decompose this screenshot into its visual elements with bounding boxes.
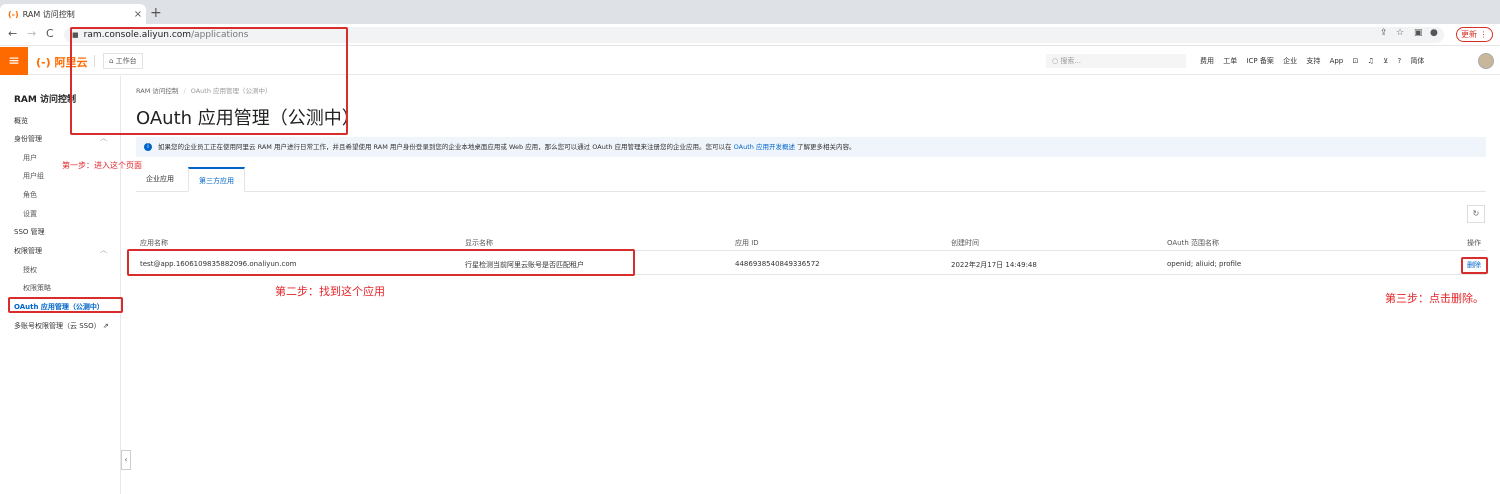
sidebar-title: RAM 访问控制: [14, 95, 76, 105]
row-created-time: 2022年2月17日 14:49:48: [951, 261, 1037, 269]
extension-icon[interactable]: ▣: [1414, 28, 1423, 38]
tab-enterprise-apps[interactable]: 企业应用: [136, 167, 184, 192]
info-notice: i 如果您的企业员工正在使用阿里云 RAM 用户进行日常工作，并且希望使用 RA…: [136, 137, 1486, 157]
sidebar-item-identity[interactable]: 身份管理: [14, 134, 42, 144]
tab-bar: 企业应用 第三方应用: [136, 167, 1486, 192]
annotation-box-url: [70, 27, 348, 135]
bookmark-star-icon[interactable]: ☆: [1396, 28, 1404, 38]
back-icon[interactable]: ←: [8, 27, 17, 40]
external-link-icon: ⇗: [102, 322, 109, 330]
cart-icon[interactable]: ⊻: [1383, 57, 1388, 65]
new-tab-button[interactable]: +: [150, 5, 162, 21]
col-created-time: 创建时间: [951, 239, 979, 247]
info-icon: i: [144, 143, 152, 151]
avatar[interactable]: [1478, 53, 1494, 69]
browser-tabstrip: (-) RAM 访问控制 × +: [0, 0, 1500, 24]
col-app-id: 应用 ID: [735, 239, 759, 247]
annotation-step1: 第一步：进入这个页面: [62, 161, 142, 170]
sidebar-item-roles[interactable]: 角色: [23, 190, 37, 200]
top-link-support[interactable]: 支持: [1306, 57, 1320, 65]
forward-icon[interactable]: →: [27, 27, 36, 40]
top-link-icp[interactable]: ICP 备案: [1246, 57, 1273, 65]
top-link-app[interactable]: App: [1330, 57, 1344, 65]
annotation-step2: 第二步：找到这个应用: [275, 285, 385, 298]
tab-third-party-apps[interactable]: 第三方应用: [188, 167, 245, 192]
update-button[interactable]: 更新 ⋮: [1456, 27, 1493, 42]
row-app-id: 4486938540849336572: [735, 260, 820, 268]
aliyun-favicon-icon: (-): [8, 9, 19, 19]
tab-title: RAM 访问控制: [22, 9, 75, 19]
refresh-button[interactable]: ↻: [1467, 205, 1485, 223]
profile-icon[interactable]: ●: [1430, 28, 1438, 38]
row-oauth-scope: openid; aliuid; profile: [1167, 260, 1242, 268]
annotation-box-row: [127, 249, 635, 276]
top-link-fee[interactable]: 费用: [1200, 57, 1214, 65]
reload-icon[interactable]: C: [46, 27, 54, 40]
sidebar-item-overview[interactable]: 概览: [14, 116, 28, 126]
sidebar-item-sso[interactable]: SSO 管理: [14, 227, 45, 237]
language-switch[interactable]: 简体: [1410, 57, 1424, 65]
sidebar-item-grants[interactable]: 授权: [23, 265, 37, 275]
terminal-icon[interactable]: ⊡: [1353, 57, 1359, 65]
chevron-up-icon[interactable]: ︿: [100, 245, 107, 255]
annotation-box-sidebar: [8, 297, 123, 313]
col-oauth-scope: OAuth 范围名称: [1167, 239, 1220, 247]
sidebar-item-permissions[interactable]: 权限管理: [14, 246, 42, 256]
sidebar-item-users[interactable]: 用户: [23, 153, 37, 163]
col-app-name: 应用名称: [140, 239, 168, 247]
notice-link[interactable]: OAuth 应用开发概述: [734, 143, 795, 151]
menu-icon[interactable]: ≡: [0, 47, 28, 75]
sidebar: RAM 访问控制 概览 身份管理 ︿ 用户 用户组 角色 设置 SSO 管理 权…: [0, 76, 121, 494]
notice-suffix: 了解更多相关内容。: [797, 143, 856, 151]
sidebar-item-cloud-sso[interactable]: 多账号权限管理（云 SSO） ⇗: [14, 321, 109, 331]
annotation-box-delete: [1461, 257, 1488, 274]
col-actions: 操作: [1467, 239, 1481, 247]
sidebar-item-groups[interactable]: 用户组: [23, 171, 44, 181]
annotation-step3: 第三步：点击删除。: [1385, 292, 1484, 305]
close-tab-icon[interactable]: ×: [130, 9, 146, 20]
share-icon[interactable]: ⇪: [1380, 28, 1388, 38]
browser-tab[interactable]: (-) RAM 访问控制 ×: [0, 4, 146, 24]
notice-text: 如果您的企业员工正在使用阿里云 RAM 用户进行日常工作，并且希望使用 RAM …: [158, 143, 732, 151]
top-link-ticket[interactable]: 工单: [1223, 57, 1237, 65]
help-icon[interactable]: ?: [1397, 57, 1401, 65]
collapse-sidebar-button[interactable]: ‹: [121, 450, 131, 470]
search-input[interactable]: ○ 搜索...: [1046, 54, 1186, 68]
top-link-enterprise[interactable]: 企业: [1283, 57, 1297, 65]
col-display-name: 显示名称: [465, 239, 493, 247]
top-links: 费用 工单 ICP 备案 企业 支持 App ⊡ ♫ ⊻ ? 简体: [1200, 56, 1431, 66]
bell-icon[interactable]: ♫: [1368, 57, 1374, 65]
sidebar-item-policies[interactable]: 权限策略: [23, 283, 51, 293]
sidebar-item-settings[interactable]: 设置: [23, 209, 37, 219]
